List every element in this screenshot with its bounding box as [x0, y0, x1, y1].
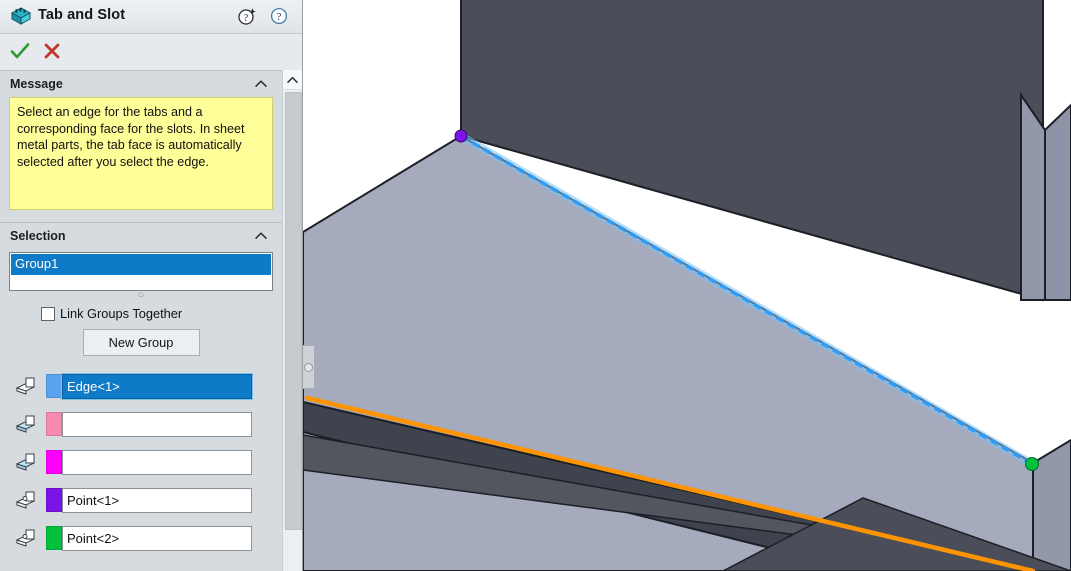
row-color-swatch [46, 450, 62, 474]
svg-text:?: ? [277, 11, 282, 23]
panel-action-bar [0, 34, 302, 71]
message-body-wrap: Select an edge for the tabs and a corres… [0, 97, 282, 210]
selection-section-header[interactable]: Selection [0, 222, 282, 249]
tab-and-slot-icon [9, 6, 32, 27]
page-title: Tab and Slot [38, 7, 126, 23]
chevron-up-icon[interactable] [254, 229, 268, 243]
panel-body: Message Select an edge for the tabs and … [0, 70, 282, 571]
groups-listbox[interactable]: Group1 [9, 252, 273, 291]
new-group-button-row: New Group [9, 329, 273, 356]
face-picker-icon[interactable] [12, 413, 38, 435]
link-groups-checkbox[interactable] [41, 306, 55, 321]
collapse-handle-dot [304, 362, 313, 372]
panel-scrollbar[interactable] [282, 70, 302, 571]
link-groups-checkbox-row[interactable]: Link Groups Together [41, 306, 273, 321]
chevron-up-icon[interactable] [254, 77, 268, 91]
list-item-group1[interactable]: Group1 [11, 254, 271, 275]
whats-new-help-icon[interactable]: ? [237, 6, 257, 26]
svg-text:?: ? [244, 13, 249, 24]
selection-body-wrap: Group1 ○ Link Groups Together New Group [0, 249, 282, 356]
right-wall-side-face [1044, 103, 1071, 301]
ok-button[interactable] [6, 37, 34, 65]
selection-section-label: Selection [10, 229, 66, 243]
sheet-metal-model [303, 0, 1071, 571]
3d-graphics-area[interactable] [303, 0, 1071, 571]
selection-row: Point<2> [0, 519, 282, 557]
link-groups-label: Link Groups Together [60, 306, 183, 321]
row-color-swatch [46, 412, 62, 436]
selection-row: Edge<1> [0, 367, 282, 405]
vertex-picker-icon[interactable] [12, 489, 38, 511]
property-manager-panel: Tab and Slot ? ? Message Select an edge … [0, 0, 303, 571]
selection-field[interactable] [62, 449, 252, 475]
cancel-button[interactable] [38, 37, 66, 65]
selection-field[interactable]: Edge<1> [61, 372, 253, 400]
row-color-swatch [46, 488, 62, 512]
row-color-swatch [46, 526, 62, 550]
message-section-label: Message [10, 77, 63, 91]
face-picker-icon[interactable] [12, 451, 38, 473]
listbox-resize-grip[interactable]: ○ [9, 290, 273, 301]
scroll-thumb[interactable] [285, 92, 302, 530]
panel-header: Tab and Slot ? ? [0, 0, 302, 34]
new-group-button[interactable]: New Group [82, 329, 200, 356]
vertex-picker-icon[interactable] [12, 527, 38, 549]
edge-picker-icon[interactable] [12, 375, 38, 397]
selection-field[interactable]: Point<2> [62, 525, 252, 551]
selection-rows: Edge<1> Point<1> Point<2> [0, 367, 282, 557]
right-wall-top-strip [1020, 91, 1046, 301]
selection-field[interactable]: Point<1> [62, 487, 252, 513]
selection-field[interactable] [62, 411, 252, 437]
selection-row: Point<1> [0, 481, 282, 519]
edge-start-point-marker [454, 129, 468, 143]
edge-end-point-marker [1025, 457, 1039, 471]
help-icon[interactable]: ? [269, 6, 289, 26]
top-plate-right-thickness [1032, 438, 1071, 571]
selection-row [0, 443, 282, 481]
message-text: Select an edge for the tabs and a corres… [9, 97, 273, 210]
scroll-up-button[interactable] [283, 70, 302, 90]
message-section-header[interactable]: Message [0, 70, 282, 97]
row-color-swatch [46, 374, 62, 398]
selection-row [0, 405, 282, 443]
panel-collapse-handle[interactable] [303, 345, 315, 389]
